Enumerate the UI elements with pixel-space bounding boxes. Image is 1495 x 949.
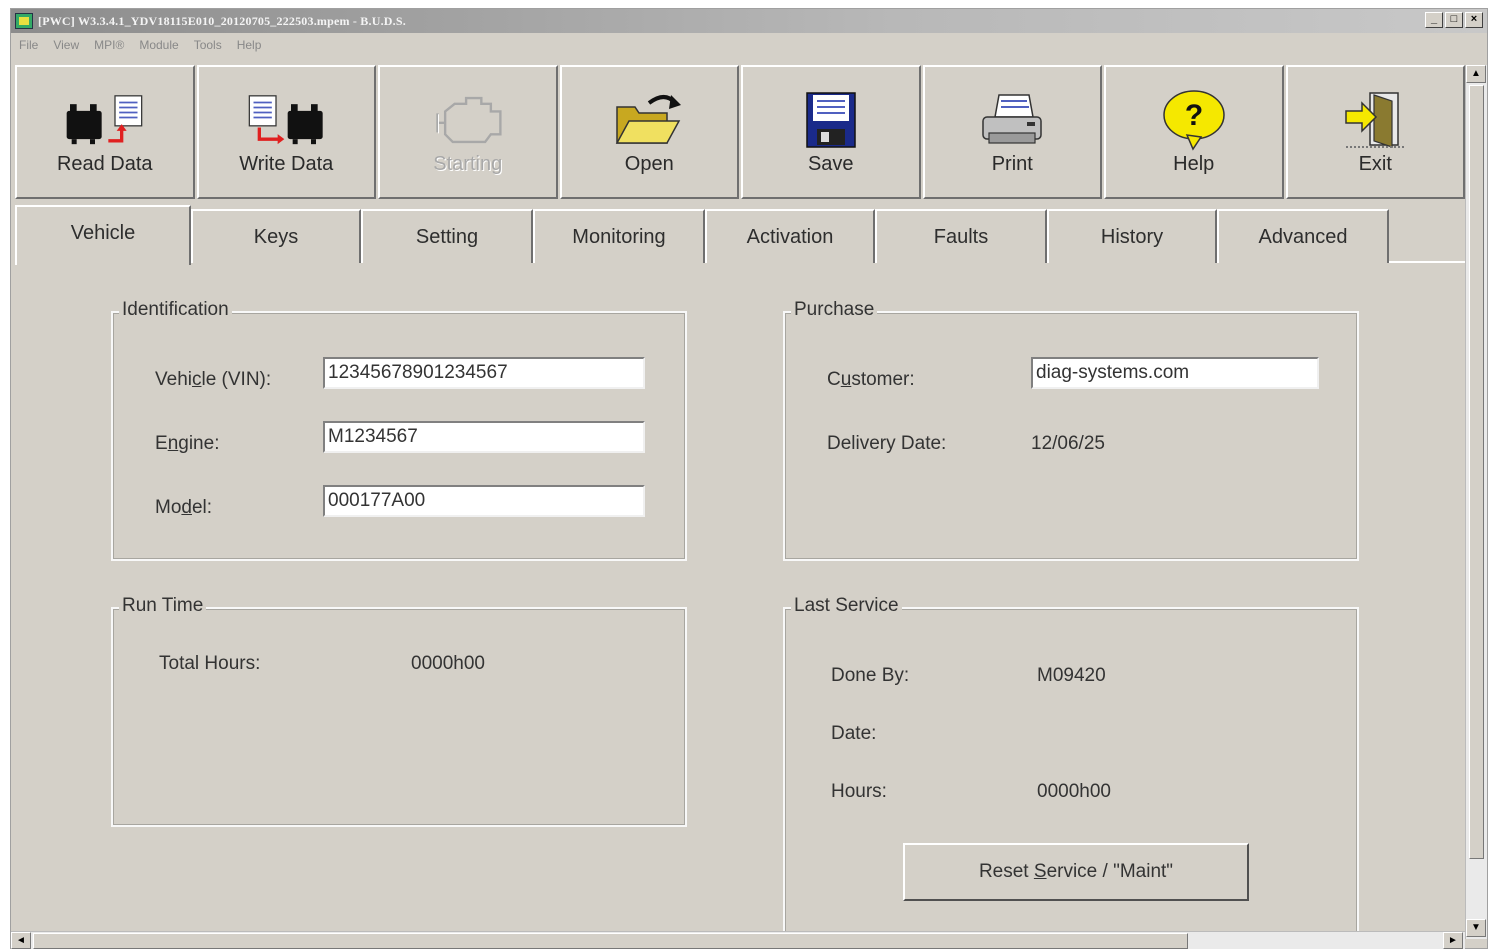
starting-label: Starting	[433, 153, 503, 175]
menu-help[interactable]: Help	[237, 38, 262, 52]
exit-button[interactable]: Exit	[1285, 65, 1465, 199]
last-service-group: Last Service Done By: M09420 Date: Hours…	[783, 595, 1359, 937]
customer-label-mnemonic: u	[840, 369, 852, 390]
print-button[interactable]: Print	[922, 65, 1102, 199]
menu-view[interactable]: View	[53, 38, 79, 52]
maximize-button[interactable]: □	[1445, 12, 1463, 28]
printer-icon	[972, 89, 1052, 151]
vin-field[interactable]: 12345678901234567	[323, 357, 645, 389]
print-label: Print	[991, 153, 1033, 175]
identification-group: Identification Vehicle (VIN): 1234567890…	[111, 299, 687, 561]
starting-button[interactable]: Starting	[378, 65, 558, 199]
vin-label-part: Vehi	[155, 369, 192, 390]
tab-strip: Vehicle Keys Setting Monitoring Activati…	[15, 205, 1465, 265]
tab-setting[interactable]: Setting	[361, 209, 533, 263]
done-by-value: M09420	[1037, 665, 1106, 686]
customer-label-part: C	[827, 369, 841, 390]
help-bubble-icon: ?	[1154, 89, 1234, 151]
model-label: Model:	[155, 497, 212, 519]
exit-door-icon	[1335, 89, 1415, 151]
tab-history[interactable]: History	[1047, 209, 1217, 263]
menu-tools[interactable]: Tools	[194, 38, 222, 52]
tab-vehicle[interactable]: Vehicle	[15, 205, 191, 265]
model-label-part: el:	[191, 497, 213, 518]
app-icon	[15, 13, 33, 29]
scroll-down-arrow-icon[interactable]: ▼	[1466, 919, 1486, 937]
save-label: Save	[807, 153, 854, 175]
total-hours-label: Total Hours:	[159, 653, 261, 674]
open-folder-icon	[609, 89, 689, 151]
tab-monitoring[interactable]: Monitoring	[533, 209, 705, 263]
engine-label-part: gine:	[178, 433, 220, 454]
tab-activation[interactable]: Activation	[705, 209, 875, 263]
vin-label-part: le (VIN):	[201, 369, 272, 390]
service-hours-label: Hours:	[831, 781, 887, 802]
svg-text:?: ?	[1185, 99, 1203, 132]
read-data-icon	[65, 89, 145, 151]
reset-service-mnemonic: S	[1033, 861, 1047, 882]
customer-label-part: stomer:	[851, 369, 915, 390]
model-field[interactable]: 000177A00	[323, 485, 645, 517]
service-hours-value: 0000h00	[1037, 781, 1111, 802]
help-button[interactable]: ? Help	[1104, 65, 1284, 199]
minimize-button[interactable]: _	[1425, 12, 1443, 28]
reset-service-label-part: ervice / "Maint"	[1046, 861, 1174, 882]
write-data-icon	[246, 89, 326, 151]
help-label: Help	[1173, 153, 1215, 175]
engine-label: Engine:	[155, 433, 219, 455]
total-hours-value: 0000h00	[411, 653, 485, 674]
read-data-label: Read Data	[56, 153, 153, 175]
done-by-label: Done By:	[831, 665, 910, 686]
engine-icon	[428, 89, 508, 151]
read-data-button[interactable]: Read Data	[15, 65, 195, 199]
vin-label: Vehicle (VIN):	[155, 369, 271, 391]
window-controls: _ □ ×	[1425, 12, 1483, 28]
tab-faults[interactable]: Faults	[875, 209, 1047, 263]
model-label-mnemonic: d	[181, 497, 192, 518]
reset-service-button[interactable]: Reset Service / "Maint"	[903, 843, 1249, 901]
engine-field[interactable]: M1234567	[323, 421, 645, 453]
vertical-scrollbar[interactable]: ▲ ▼	[1465, 65, 1487, 939]
vertical-scroll-thumb[interactable]	[1469, 85, 1484, 859]
customer-field[interactable]: diag-systems.com	[1031, 357, 1319, 389]
customer-label: Customer:	[827, 369, 915, 391]
tab-keys[interactable]: Keys	[191, 209, 361, 263]
main-window: [PWC] W3.3.4.1_YDV18115E010_20120705_222…	[10, 8, 1488, 949]
exit-label: Exit	[1358, 153, 1392, 175]
menu-file[interactable]: File	[19, 38, 38, 52]
run-time-title: Run Time	[119, 595, 207, 617]
scroll-left-arrow-icon[interactable]: ◄	[11, 932, 31, 949]
engine-label-mnemonic: n	[167, 433, 179, 454]
write-data-button[interactable]: Write Data	[196, 65, 376, 199]
open-label: Open	[624, 153, 674, 175]
open-button[interactable]: Open	[559, 65, 739, 199]
service-date-label: Date:	[831, 723, 877, 744]
engine-label-part: E	[155, 433, 168, 454]
purchase-title: Purchase	[791, 299, 878, 321]
menu-bar: File View MPI® Module Tools Help	[11, 35, 276, 55]
horizontal-scrollbar[interactable]: ◄ ►	[11, 931, 1465, 949]
delivery-date-label: Delivery Date:	[827, 433, 947, 454]
horizontal-scroll-thumb[interactable]	[33, 933, 1188, 949]
model-label-part: Mo	[155, 497, 182, 518]
close-button[interactable]: ×	[1465, 12, 1483, 28]
last-service-title: Last Service	[791, 595, 902, 617]
purchase-group: Purchase Customer: diag-systems.com Deli…	[783, 299, 1359, 561]
run-time-group: Run Time Total Hours: 0000h00	[111, 595, 687, 827]
scroll-up-arrow-icon[interactable]: ▲	[1466, 65, 1486, 83]
toolbar: Read Data Write Data Starting Open Save …	[15, 65, 1465, 199]
reset-service-label-part: Reset	[978, 861, 1034, 882]
tab-advanced[interactable]: Advanced	[1217, 209, 1389, 263]
identification-title: Identification	[119, 299, 232, 321]
save-button[interactable]: Save	[741, 65, 921, 199]
menu-mpi[interactable]: MPI®	[94, 38, 124, 52]
window-title: [PWC] W3.3.4.1_YDV18115E010_20120705_222…	[38, 13, 406, 28]
menu-module[interactable]: Module	[139, 38, 178, 52]
delivery-date-value: 12/06/25	[1031, 433, 1105, 454]
write-data-label: Write Data	[239, 153, 334, 175]
floppy-disk-icon	[791, 89, 871, 151]
title-bar[interactable]: [PWC] W3.3.4.1_YDV18115E010_20120705_222…	[11, 9, 1487, 33]
scroll-right-arrow-icon[interactable]: ►	[1443, 932, 1463, 949]
